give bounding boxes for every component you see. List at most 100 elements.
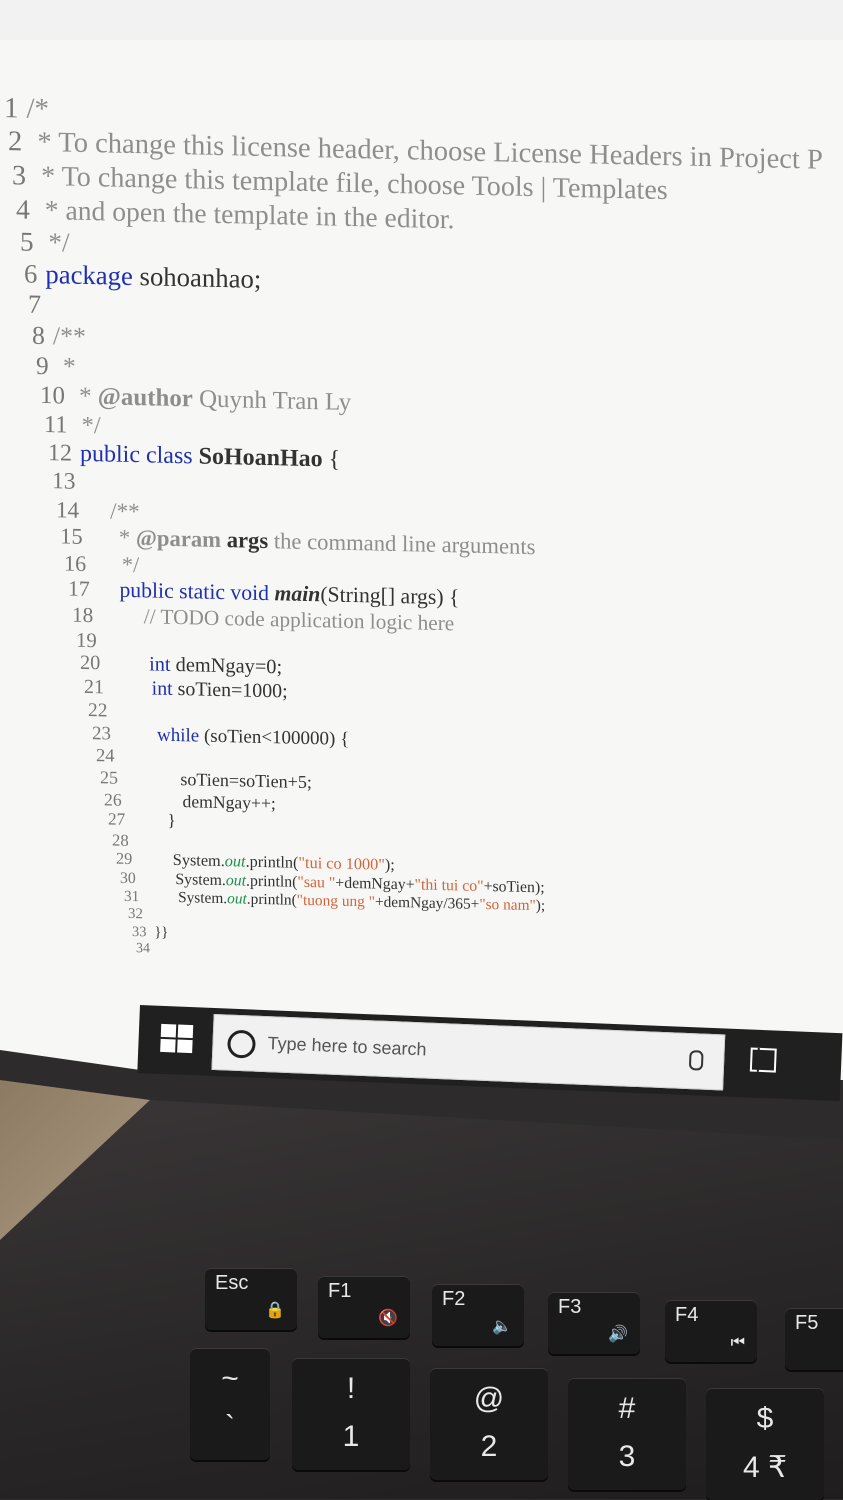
key-shift-symbol: #: [618, 1392, 636, 1425]
code-token: "tuong ung ": [296, 892, 375, 911]
code-line: 16 */: [64, 550, 139, 578]
key-label: F5: [795, 1312, 819, 1334]
key-esc[interactable]: Esc 🔒: [205, 1268, 297, 1330]
key-function-icon: 🔈: [492, 1318, 512, 1335]
key-function-icon: 🔒: [265, 1302, 285, 1319]
code-line: 5 */: [20, 226, 70, 258]
code-token: the command line arguments: [268, 528, 536, 560]
key-`[interactable]: ~ `: [190, 1348, 270, 1460]
line-number: 11: [44, 411, 68, 439]
line-number: 5: [20, 226, 34, 257]
code-token: public static void: [97, 577, 270, 606]
code-token: out: [227, 890, 247, 908]
line-number: 16: [64, 550, 87, 576]
line-number: 33: [132, 923, 147, 941]
line-number: 34: [136, 941, 150, 957]
key-4[interactable]: $4 ₹: [706, 1388, 824, 1500]
code-token: );: [535, 897, 546, 915]
line-number: 12: [48, 439, 72, 467]
code-line: 1/*: [4, 92, 49, 126]
line-number: 15: [60, 523, 83, 550]
key-function-icon: ⏮: [730, 1334, 745, 1351]
key-label: F2: [442, 1288, 466, 1310]
code-token: args: [221, 527, 269, 554]
code-token: @param: [135, 525, 222, 553]
key-f5[interactable]: F5: [785, 1308, 843, 1370]
key-1[interactable]: ! 1: [292, 1358, 410, 1470]
code-line: 11 */: [44, 411, 101, 440]
code-token: "tui co 1000": [298, 854, 385, 875]
code-token: "thi tui co": [414, 876, 484, 895]
code-line: 23 while (soTien<100000) {: [92, 723, 349, 751]
code-token: .println(: [246, 890, 297, 910]
code-token: */: [94, 551, 140, 578]
microphone-icon[interactable]: [688, 1050, 704, 1071]
screen-top-edge: [0, 0, 843, 42]
key-f3[interactable]: F3 🔊: [548, 1292, 640, 1354]
task-view-icon[interactable]: [749, 1047, 777, 1073]
code-token: out: [225, 871, 247, 890]
code-token: *: [56, 352, 76, 381]
code-token: public class: [80, 440, 193, 470]
key-f1[interactable]: F1 🔇: [318, 1276, 410, 1338]
code-token: "sau ": [297, 873, 336, 892]
code-line: 14 /**: [56, 496, 140, 525]
line-number: 13: [52, 468, 76, 495]
taskbar-search-box[interactable]: Type here to search: [211, 1013, 726, 1091]
key-primary-symbol: 4 ₹: [742, 1451, 788, 1484]
line-number: 9: [36, 351, 49, 380]
key-shift-symbol: ~: [221, 1362, 239, 1395]
code-line: 27 }: [108, 810, 176, 832]
line-number: 7: [28, 289, 42, 320]
code-token: demNgay=0;: [170, 654, 283, 679]
code-token: /**: [87, 496, 140, 525]
key-primary-symbol: 1: [342, 1420, 360, 1453]
line-number: 14: [56, 496, 80, 523]
line-number: 31: [124, 888, 140, 906]
code-token: *: [72, 382, 98, 410]
code-line: 34: [136, 941, 158, 957]
code-token: (String[] args) {: [320, 582, 460, 610]
code-token: (soTien<100000) {: [199, 725, 350, 750]
cortana-icon: [226, 1029, 257, 1059]
key-primary-symbol: 2: [480, 1430, 498, 1463]
line-number: 25: [100, 767, 119, 788]
code-line: 13: [52, 468, 84, 496]
line-number: 28: [112, 830, 129, 850]
laptop-screen: 1/* 2 * To change this license header, ch…: [0, 40, 843, 1080]
windows-start-icon[interactable]: [160, 1023, 195, 1055]
key-shift-symbol: @: [473, 1382, 505, 1415]
key-2[interactable]: @2: [430, 1368, 548, 1480]
line-number: 32: [128, 906, 143, 923]
key-shift-symbol: !: [346, 1372, 356, 1405]
line-number: 3: [12, 160, 27, 192]
line-number: 19: [76, 627, 97, 653]
code-line: 6 package sohoanhao;: [24, 258, 261, 294]
line-number: 22: [88, 699, 108, 722]
key-label: F1: [328, 1280, 352, 1302]
code-token: *: [90, 524, 136, 551]
key-f4[interactable]: F4 ⏮: [665, 1300, 757, 1362]
code-line: 24: [96, 746, 123, 769]
key-3[interactable]: #3: [568, 1378, 686, 1490]
code-editor[interactable]: 1/* 2 * To change this license header, ch…: [0, 70, 843, 1049]
code-token: SoHoanHao: [192, 443, 323, 473]
code-line: 28: [112, 830, 137, 851]
code-line: 19: [76, 628, 105, 654]
code-token: /**: [52, 321, 86, 352]
line-number: 27: [108, 809, 126, 830]
key-f2[interactable]: F2 🔈: [432, 1284, 524, 1346]
code-token: {: [322, 446, 341, 473]
code-token: @author: [97, 382, 193, 413]
search-placeholder: Type here to search: [267, 1033, 427, 1060]
line-number: 30: [120, 869, 136, 887]
code-token: );: [384, 856, 395, 875]
code-token: */: [41, 226, 70, 258]
code-line: 9 *: [36, 352, 76, 382]
line-number: 21: [84, 676, 104, 699]
code-token: demNgay++;: [129, 789, 276, 813]
code-token: */: [75, 411, 101, 440]
code-line: 7: [28, 290, 49, 320]
key-function-icon: 🔇: [378, 1310, 398, 1327]
code-line: 32: [128, 906, 151, 924]
